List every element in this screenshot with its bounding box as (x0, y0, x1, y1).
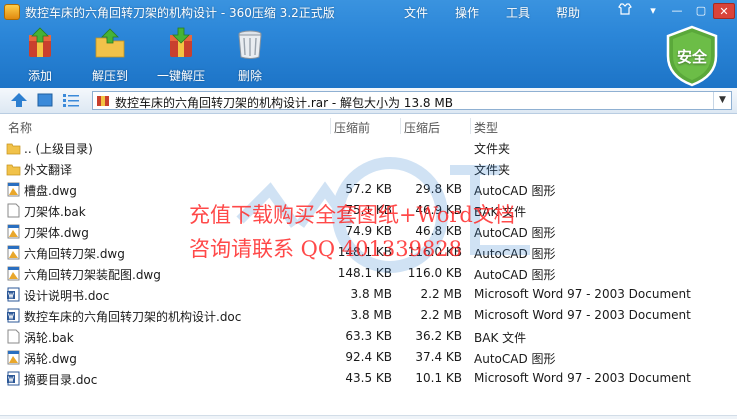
folder-up-icon (6, 143, 21, 155)
file-type: Microsoft Word 97 - 2003 Document (474, 308, 691, 322)
file-name: 六角回转刀架装配图.dwg (24, 268, 161, 282)
one-click-extract-label: 一键解压 (156, 69, 205, 83)
file-name: 设计说明书.doc (24, 289, 110, 303)
delete-button[interactable]: 删除 (220, 27, 280, 85)
status-bar (0, 415, 737, 419)
address-row: 数控车床的六角回转刀架的机构设计.rar - 解包大小为 13.8 MB ▼ (0, 88, 737, 114)
address-path: 数控车床的六角回转刀架的机构设计.rar - 解包大小为 13.8 MB (115, 96, 453, 110)
up-arrow-icon[interactable] (10, 92, 28, 108)
file-type: BAK 文件 (474, 331, 527, 345)
skin-icon[interactable] (614, 3, 636, 19)
file-row[interactable]: 数控车床的六角回转刀架的机构设计.doc 3.8 MB 2.2 MB Micro… (0, 305, 737, 326)
list-view-icon[interactable] (62, 92, 80, 108)
add-archive-icon (29, 27, 51, 57)
one-click-extract-icon (170, 27, 192, 57)
bak-file-icon (7, 329, 20, 344)
one-click-extract-button[interactable]: 一键解压 (150, 27, 212, 85)
extract-to-button[interactable]: 解压到 (80, 27, 140, 85)
watermark-line-1: 充值下载购买全套图纸+Word文档 (189, 203, 515, 227)
file-row[interactable]: 涡轮.bak 63.3 KB 36.2 KB BAK 文件 (0, 326, 737, 347)
trash-icon (238, 30, 262, 59)
dwg-file-icon (7, 224, 20, 239)
file-size: 3.8 MB (350, 308, 392, 322)
doc-file-icon (7, 371, 20, 386)
doc-file-icon (7, 287, 20, 302)
doc-file-icon (7, 308, 20, 323)
file-name: 刀架体.dwg (24, 226, 89, 240)
file-name: 外文翻译 (24, 163, 73, 177)
extract-folder-icon (95, 28, 125, 58)
file-name: 摘要目录.doc (24, 373, 98, 387)
extract-to-label: 解压到 (91, 69, 128, 83)
title-bar: 数控车床的六角回转刀架的机构设计 - 360压缩 3.2正式版 文件 操作 工具… (0, 0, 737, 24)
file-size: 92.4 KB (345, 350, 392, 364)
large-icon-view-icon[interactable] (36, 92, 54, 108)
address-dropdown-icon[interactable]: ▼ (713, 92, 731, 109)
window-title: 数控车床的六角回转刀架的机构设计 - 360压缩 3.2正式版 (25, 6, 335, 20)
menu-tools[interactable]: 工具 (506, 4, 530, 21)
file-row[interactable]: 涡轮.dwg 92.4 KB 37.4 KB AutoCAD 图形 (0, 347, 737, 368)
file-size: 63.3 KB (345, 329, 392, 343)
folder-icon (6, 164, 21, 176)
file-size: 43.5 KB (345, 371, 392, 385)
file-name: 六角回转刀架.dwg (24, 247, 125, 261)
delete-label: 删除 (237, 69, 262, 83)
file-name: 刀架体.bak (24, 205, 86, 219)
dwg-file-icon (7, 182, 20, 197)
maximize-icon[interactable]: ▢ (690, 3, 712, 19)
file-name: 涡轮.bak (24, 331, 74, 345)
add-label: 添加 (27, 69, 52, 83)
close-icon[interactable]: ✕ (713, 3, 735, 19)
file-name: 涡轮.dwg (24, 352, 77, 366)
watermark-line-2: 咨询请联系 QQ 401339828 (189, 237, 463, 261)
file-compressed-size: 2.2 MB (420, 308, 462, 322)
file-type: AutoCAD 图形 (474, 352, 556, 366)
security-label: 安全 (676, 48, 707, 66)
dwg-file-icon (7, 350, 20, 365)
menu-file[interactable]: 文件 (404, 4, 428, 21)
file-type: Microsoft Word 97 - 2003 Document (474, 371, 691, 385)
file-name: 槽盘.dwg (24, 184, 77, 198)
menu-dropdown-icon[interactable]: ▾ (642, 3, 664, 19)
menu-help[interactable]: 帮助 (556, 4, 580, 21)
column-name[interactable]: 名称 (8, 119, 32, 136)
archive-icon (97, 96, 109, 106)
add-button[interactable]: 添加 (10, 27, 70, 85)
file-row[interactable]: 摘要目录.doc 43.5 KB 10.1 KB Microsoft Word … (0, 368, 737, 389)
app-logo-icon (4, 4, 20, 20)
file-compressed-size: 37.4 KB (415, 350, 462, 364)
file-compressed-size: 36.2 KB (415, 329, 462, 343)
file-compressed-size: 10.1 KB (415, 371, 462, 385)
address-bar[interactable]: 数控车床的六角回转刀架的机构设计.rar - 解包大小为 13.8 MB ▼ (92, 91, 732, 110)
top-bar: 数控车床的六角回转刀架的机构设计 - 360压缩 3.2正式版 文件 操作 工具… (0, 0, 737, 88)
file-name: .. (上级目录) (24, 142, 93, 156)
dwg-file-icon (7, 245, 20, 260)
dwg-file-icon (7, 266, 20, 281)
menu-operation[interactable]: 操作 (455, 4, 479, 21)
minimize-icon[interactable]: — (666, 3, 688, 19)
file-name: 数控车床的六角回转刀架的机构设计.doc (24, 310, 242, 324)
bak-file-icon (7, 203, 20, 218)
